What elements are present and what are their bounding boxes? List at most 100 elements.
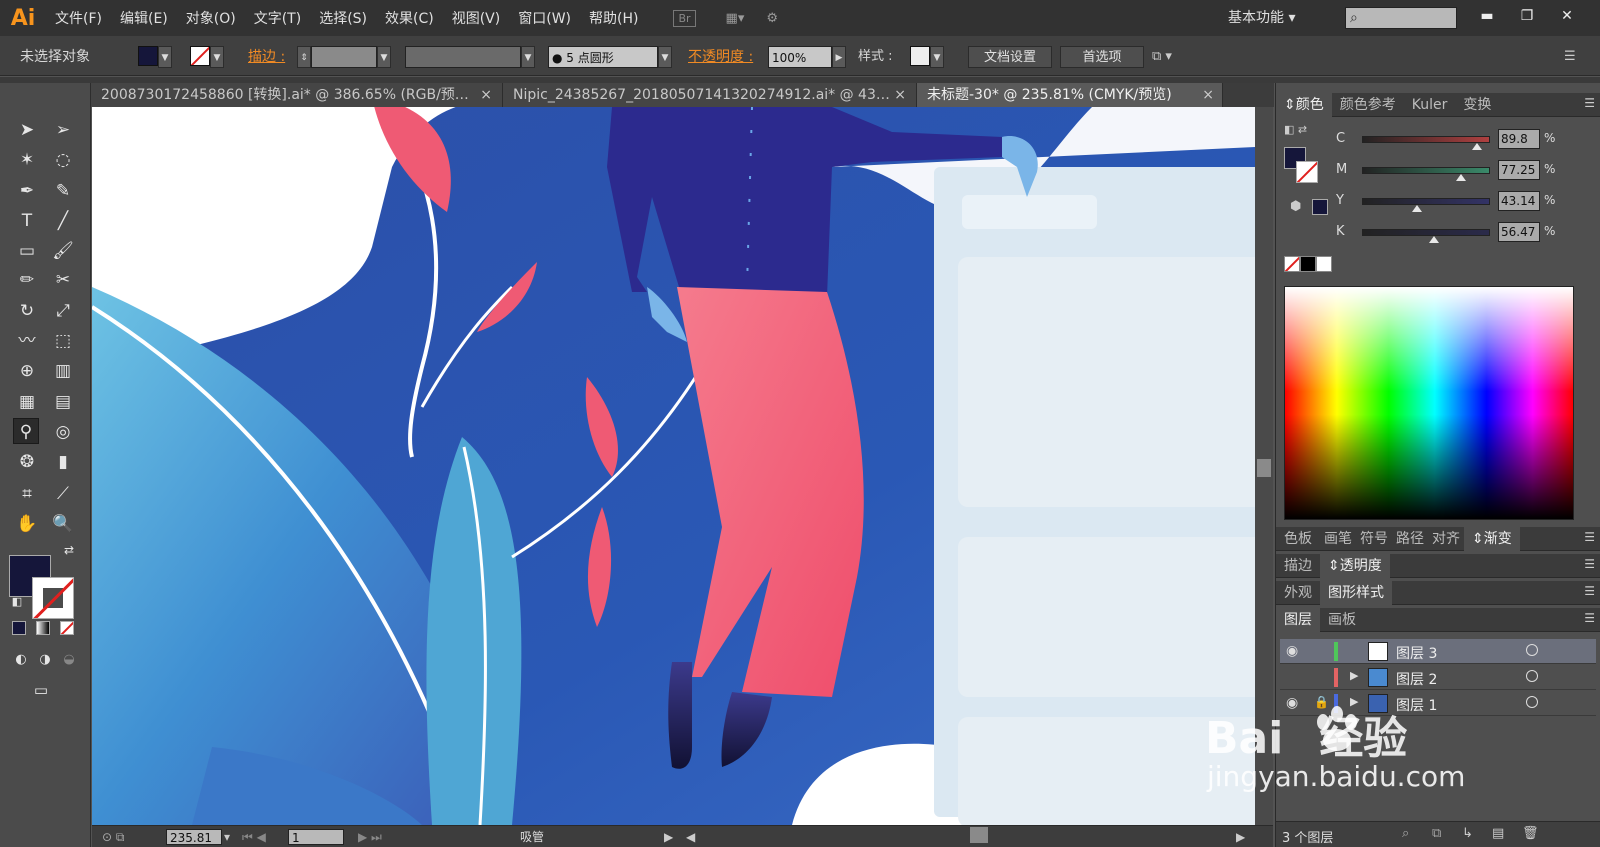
scissors-tool-icon[interactable]: ✂ <box>50 267 76 293</box>
brush-dropdown[interactable]: ▼ <box>658 46 672 68</box>
stroke-color-swatch[interactable] <box>32 577 74 619</box>
cmyk-slider-track[interactable] <box>1362 229 1490 236</box>
fill-control[interactable]: ▼ <box>138 46 172 68</box>
default-fill-stroke-icon[interactable]: ◧ <box>4 589 30 615</box>
panel-menu-icon[interactable]: ☰ <box>1584 557 1595 571</box>
magic-wand-tool-icon[interactable]: ✶ <box>14 147 40 173</box>
cmyk-slider-track[interactable] <box>1362 136 1490 143</box>
opacity-control[interactable]: 100% ▶ <box>768 46 846 68</box>
profile-dropdown[interactable]: ▼ <box>521 46 535 68</box>
hand-tool-icon[interactable]: ✋ <box>14 511 40 537</box>
paintbrush-tool-icon[interactable]: 🖌 <box>50 238 76 264</box>
eyedropper-tool-icon[interactable]: ⚲ <box>13 418 39 444</box>
tab-close-icon[interactable]: × <box>1202 83 1214 107</box>
menu-type[interactable]: 文字(T) <box>245 8 310 28</box>
arrange-documents-icon[interactable]: ▦▾ <box>726 11 745 26</box>
symbol-sprayer-tool-icon[interactable]: ❂ <box>14 449 40 475</box>
artboard-number-field[interactable]: 1 <box>288 829 344 845</box>
menu-edit[interactable]: 编辑(E) <box>111 8 177 28</box>
tab-appearance[interactable]: 外观 <box>1276 581 1320 605</box>
close-button[interactable]: ✕ <box>1548 4 1586 28</box>
opacity-slider-arrow[interactable]: ▶ <box>832 46 846 68</box>
new-layer-icon[interactable]: ▤ <box>1492 826 1504 841</box>
cmyk-slider-track[interactable] <box>1362 167 1490 174</box>
cmyk-slider-knob[interactable] <box>1471 143 1482 150</box>
tab-kuler[interactable]: Kuler <box>1404 93 1456 117</box>
tab-document-1[interactable]: 200873017245886​0 [转换].ai* @ 386.65% (RG… <box>91 83 503 107</box>
free-transform-tool-icon[interactable]: ⬚ <box>50 328 76 354</box>
cmyk-slider-knob[interactable] <box>1412 205 1423 212</box>
draw-behind-icon[interactable]: ◑ <box>32 647 58 673</box>
artboard-tool-icon[interactable]: ⌗ <box>14 481 40 507</box>
cmyk-value-field[interactable]: 43.14 <box>1498 191 1540 211</box>
fill-dropdown[interactable]: ▼ <box>158 46 172 68</box>
tab-document-2[interactable]: Nipic_24385267_20180507141320274912.ai* … <box>503 83 917 107</box>
out-of-gamut-icon[interactable]: ⬢ <box>1290 199 1301 214</box>
tab-brushes[interactable]: 画笔 <box>1320 527 1356 551</box>
rotate-tool-icon[interactable]: ↻ <box>14 298 40 324</box>
white-swatch[interactable] <box>1316 256 1332 272</box>
menu-help[interactable]: 帮助(H) <box>580 8 647 28</box>
tab-color-guide[interactable]: 颜色参考 <box>1332 93 1404 117</box>
bridge-button[interactable]: Br <box>673 9 696 27</box>
visibility-eye-icon[interactable]: ◉ <box>1286 695 1298 711</box>
menu-object[interactable]: 对象(O) <box>177 8 245 28</box>
cmyk-slider-track[interactable] <box>1362 198 1490 205</box>
minimize-button[interactable]: ▬ <box>1468 4 1506 28</box>
tab-graphic-styles[interactable]: 图形样式 <box>1320 580 1392 605</box>
tab-swatches[interactable]: 色板 <box>1276 527 1320 551</box>
style-swatch[interactable] <box>910 46 930 66</box>
make-clipping-mask-icon[interactable]: ⧉ <box>1432 826 1441 841</box>
pen-tool-icon[interactable]: ✒ <box>14 178 40 204</box>
draw-inside-icon[interactable]: ◒ <box>56 647 82 673</box>
artboard-canvas[interactable] <box>92 107 1255 825</box>
style-control[interactable]: ▼ <box>910 46 944 68</box>
delete-layer-icon[interactable]: 🗑 <box>1522 826 1539 841</box>
vertical-scrollbar[interactable] <box>1255 107 1273 825</box>
tab-stroke[interactable]: 描边 <box>1276 554 1320 578</box>
horizontal-scroll-left[interactable]: ◀ <box>686 829 695 845</box>
warp-tool-icon[interactable]: 〰 <box>14 328 40 354</box>
scale-tool-icon[interactable]: ⤢ <box>50 298 76 324</box>
tab-artboards[interactable]: 画板 <box>1320 608 1364 632</box>
color-spectrum[interactable] <box>1284 286 1574 520</box>
artboard-nav-next[interactable]: ▶ ⏭ <box>358 829 382 845</box>
slice-tool-icon[interactable]: ⟋ <box>50 481 76 507</box>
color-mode-icon[interactable] <box>8 617 30 639</box>
gpu-performance-icon[interactable]: ⚙ <box>766 11 778 26</box>
tab-align[interactable]: 对齐 <box>1428 527 1464 551</box>
tab-document-3[interactable]: 未标题-30* @ 235.81% (CMYK/预览) × <box>917 83 1223 107</box>
tab-color[interactable]: ⇕颜色 <box>1276 92 1332 117</box>
vertical-scroll-thumb[interactable] <box>1257 459 1271 477</box>
none-mode-icon[interactable] <box>56 617 78 639</box>
zoom-dropdown[interactable]: ▾ <box>224 829 230 845</box>
tab-pathfinder[interactable]: 路径 <box>1392 527 1428 551</box>
control-bar-menu-icon[interactable]: ☰ <box>1564 46 1576 68</box>
layer-target-icon[interactable] <box>1526 696 1538 708</box>
layer-row[interactable]: ◉ 图层 3 <box>1280 639 1596 664</box>
screen-mode-icon[interactable]: ▭ <box>28 677 54 703</box>
panel-menu-icon[interactable]: ☰ <box>1584 584 1595 598</box>
none-swatch[interactable] <box>1284 256 1300 272</box>
zoom-field[interactable]: 235.81 <box>166 829 222 845</box>
stroke-weight-stepper[interactable]: ⇕ <box>297 46 311 68</box>
layer-target-icon[interactable] <box>1526 644 1538 656</box>
cmyk-value-field[interactable]: 77.25 <box>1498 160 1540 180</box>
stroke-none-swatch[interactable] <box>190 46 210 66</box>
layer-name[interactable]: 图层 1 <box>1396 695 1437 715</box>
mesh-tool-icon[interactable]: ▦ <box>14 389 40 415</box>
selection-tool-icon[interactable]: ➤ <box>14 117 40 143</box>
tab-transform[interactable]: 变换 <box>1455 93 1499 117</box>
expand-arrow-icon[interactable]: ▶ <box>1350 669 1358 682</box>
color-panel-reset-icon[interactable]: ◧ ⇄ <box>1284 123 1307 136</box>
layer-row[interactable]: ▶ 图层 2 <box>1280 665 1596 690</box>
lasso-tool-icon[interactable]: ◌ <box>50 147 76 173</box>
opacity-label[interactable]: 不透明度 : <box>688 46 753 68</box>
web-safe-swatch[interactable] <box>1312 199 1328 215</box>
panel-menu-icon[interactable]: ☰ <box>1584 530 1595 544</box>
status-icon[interactable]: ⊙ ⧉ <box>102 829 124 845</box>
cmyk-slider-knob[interactable] <box>1429 236 1440 243</box>
tab-gradient[interactable]: ⇕渐变 <box>1464 526 1520 551</box>
status-menu-arrow[interactable]: ▶ <box>664 829 673 845</box>
type-tool-icon[interactable]: T <box>14 208 40 234</box>
